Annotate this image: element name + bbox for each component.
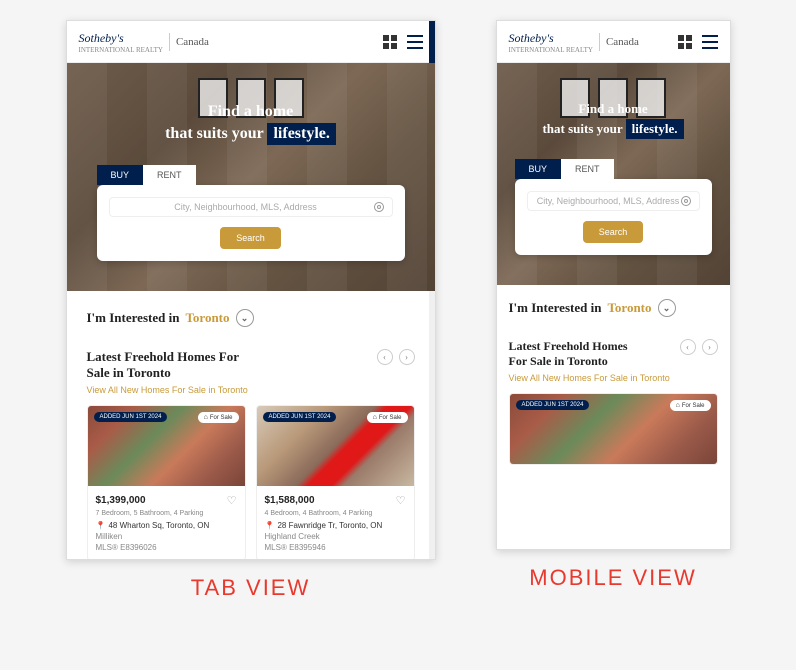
price: $1,588,000 xyxy=(265,495,315,506)
hero-highlight: lifestyle. xyxy=(626,119,684,139)
view-all-link[interactable]: View All New Homes For Sale in Toronto xyxy=(509,373,680,383)
section-title: Latest Freehold Homes For Sale in Toront… xyxy=(87,349,255,381)
tab-device: Sotheby's INTERNATIONAL REALTY Canada Fi… xyxy=(66,20,436,560)
address: 48 Wharton Sq, Toronto, ON xyxy=(108,521,209,530)
hero: Find a home that suits your lifestyle. B… xyxy=(67,63,435,291)
hero-line2-pre: that suits your xyxy=(165,125,263,142)
hero-line2-pre: that suits your xyxy=(542,121,622,136)
carousel-nav: ‹ › xyxy=(680,339,718,355)
brand[interactable]: Sotheby's INTERNATIONAL REALTY Canada xyxy=(509,29,639,54)
tab-buy[interactable]: BUY xyxy=(515,159,562,179)
mls: MLS® E8395946 xyxy=(265,543,406,552)
carousel-prev[interactable]: ‹ xyxy=(377,349,393,365)
pin-icon: 📍 xyxy=(265,521,275,530)
date-badge: ADDED JUN 1ST 2024 xyxy=(263,412,337,422)
searchbox: City, Neighbourhood, MLS, Address Search xyxy=(515,179,712,255)
interest-row: I'm Interested in Toronto ⌄ xyxy=(509,299,718,317)
brand-country: Canada xyxy=(176,36,209,48)
qr-icon[interactable] xyxy=(678,35,692,49)
view-all-link[interactable]: View All New Homes For Sale in Toronto xyxy=(87,385,327,395)
specs: 4 Bedroom, 4 Bathroom, 4 Parking xyxy=(265,510,406,517)
heart-icon[interactable]: ♡ xyxy=(227,494,237,507)
carousel-next[interactable]: › xyxy=(399,349,415,365)
brand[interactable]: Sotheby's INTERNATIONAL REALTY Canada xyxy=(79,29,209,54)
listing-image: ADDED JUN 1ST 2024 For Sale xyxy=(88,406,245,486)
qr-icon[interactable] xyxy=(383,35,397,49)
menu-icon[interactable] xyxy=(702,35,718,49)
date-badge: ADDED JUN 1ST 2024 xyxy=(94,412,168,422)
mls: MLS® E8396026 xyxy=(96,543,237,552)
carousel-next[interactable]: › xyxy=(702,339,718,355)
listing-card[interactable]: ADDED JUN 1ST 2024 For Sale $1,588,000 ♡… xyxy=(256,405,415,560)
carousel-nav: ‹ › xyxy=(377,349,415,365)
interest-city[interactable]: Toronto xyxy=(607,300,651,316)
cards-row: ADDED JUN 1ST 2024 For Sale xyxy=(509,393,718,465)
sale-badge: For Sale xyxy=(367,412,408,423)
interest-city[interactable]: Toronto xyxy=(185,310,229,326)
hero-line2: that suits your lifestyle. xyxy=(507,119,720,139)
sale-badge: For Sale xyxy=(670,400,711,411)
hero: Find a home that suits your lifestyle. B… xyxy=(497,63,730,285)
searchbox: City, Neighbourhood, MLS, Address Search xyxy=(97,185,405,261)
mobile-device: Sotheby's INTERNATIONAL REALTY Canada Fi… xyxy=(496,20,731,550)
listing-card[interactable]: ADDED JUN 1ST 2024 For Sale $1,399,000 ♡… xyxy=(87,405,246,560)
content: I'm Interested in Toronto ⌄ Latest Freeh… xyxy=(67,291,435,560)
brand-sub: INTERNATIONAL REALTY xyxy=(509,47,593,54)
neighborhood: Milliken xyxy=(96,532,237,541)
brand-name: Sotheby's xyxy=(509,31,554,45)
neighborhood: Highland Creek xyxy=(265,532,406,541)
price: $1,399,000 xyxy=(96,495,146,506)
chevron-down-icon[interactable]: ⌄ xyxy=(236,309,254,327)
search-input-wrap[interactable]: City, Neighbourhood, MLS, Address xyxy=(527,191,700,211)
search-tabs: BUY RENT xyxy=(515,159,720,179)
hero-line2: that suits your lifestyle. xyxy=(82,123,420,145)
listing-image: ADDED JUN 1ST 2024 For Sale xyxy=(257,406,414,486)
tab-view-label: TAB VIEW xyxy=(191,575,311,601)
sale-badge: For Sale xyxy=(198,412,239,423)
search-input[interactable]: City, Neighbourhood, MLS, Address xyxy=(118,202,374,212)
brand-sub: INTERNATIONAL REALTY xyxy=(79,47,163,54)
section-title: Latest Freehold Homes For Sale in Toront… xyxy=(509,339,629,369)
content: I'm Interested in Toronto ⌄ Latest Freeh… xyxy=(497,285,730,479)
search-input[interactable]: City, Neighbourhood, MLS, Address xyxy=(536,196,681,206)
listing-image: ADDED JUN 1ST 2024 For Sale xyxy=(510,394,717,464)
section-header: Latest Freehold Homes For Sale in Toront… xyxy=(509,339,718,383)
location-icon[interactable] xyxy=(681,196,691,206)
brand-name: Sotheby's xyxy=(79,31,124,45)
section-header: Latest Freehold Homes For Sale in Toront… xyxy=(87,349,415,395)
carousel-prev[interactable]: ‹ xyxy=(680,339,696,355)
tab-buy[interactable]: BUY xyxy=(97,165,144,185)
tab-rent[interactable]: RENT xyxy=(143,165,196,185)
interest-prefix: I'm Interested in xyxy=(509,300,602,316)
search-input-wrap[interactable]: City, Neighbourhood, MLS, Address xyxy=(109,197,393,217)
interest-row: I'm Interested in Toronto ⌄ xyxy=(87,309,415,327)
pin-icon: 📍 xyxy=(96,521,106,530)
search-button[interactable]: Search xyxy=(220,227,281,249)
topbar: Sotheby's INTERNATIONAL REALTY Canada xyxy=(67,21,435,63)
date-badge: ADDED JUN 1ST 2024 xyxy=(516,400,590,410)
tab-rent[interactable]: RENT xyxy=(561,159,614,179)
hero-line1: Find a home xyxy=(507,101,720,117)
topbar: Sotheby's INTERNATIONAL REALTY Canada xyxy=(497,21,730,63)
specs: 7 Bedroom, 5 Bathroom, 4 Parking xyxy=(96,510,237,517)
hero-line1: Find a home xyxy=(82,103,420,121)
menu-icon[interactable] xyxy=(407,35,423,49)
hero-highlight: lifestyle. xyxy=(267,123,335,145)
search-button[interactable]: Search xyxy=(583,221,644,243)
brand-divider xyxy=(169,33,170,51)
cards-row: ADDED JUN 1ST 2024 For Sale $1,399,000 ♡… xyxy=(87,405,415,560)
search-tabs: BUY RENT xyxy=(97,165,420,185)
address: 28 Fawnridge Tr, Toronto, ON xyxy=(277,521,382,530)
listing-card[interactable]: ADDED JUN 1ST 2024 For Sale xyxy=(509,393,718,465)
mobile-view-label: MOBILE VIEW xyxy=(529,565,696,591)
brand-country: Canada xyxy=(606,36,639,48)
chevron-down-icon[interactable]: ⌄ xyxy=(658,299,676,317)
interest-prefix: I'm Interested in xyxy=(87,310,180,326)
brand-divider xyxy=(599,33,600,51)
heart-icon[interactable]: ♡ xyxy=(396,494,406,507)
location-icon[interactable] xyxy=(374,202,384,212)
